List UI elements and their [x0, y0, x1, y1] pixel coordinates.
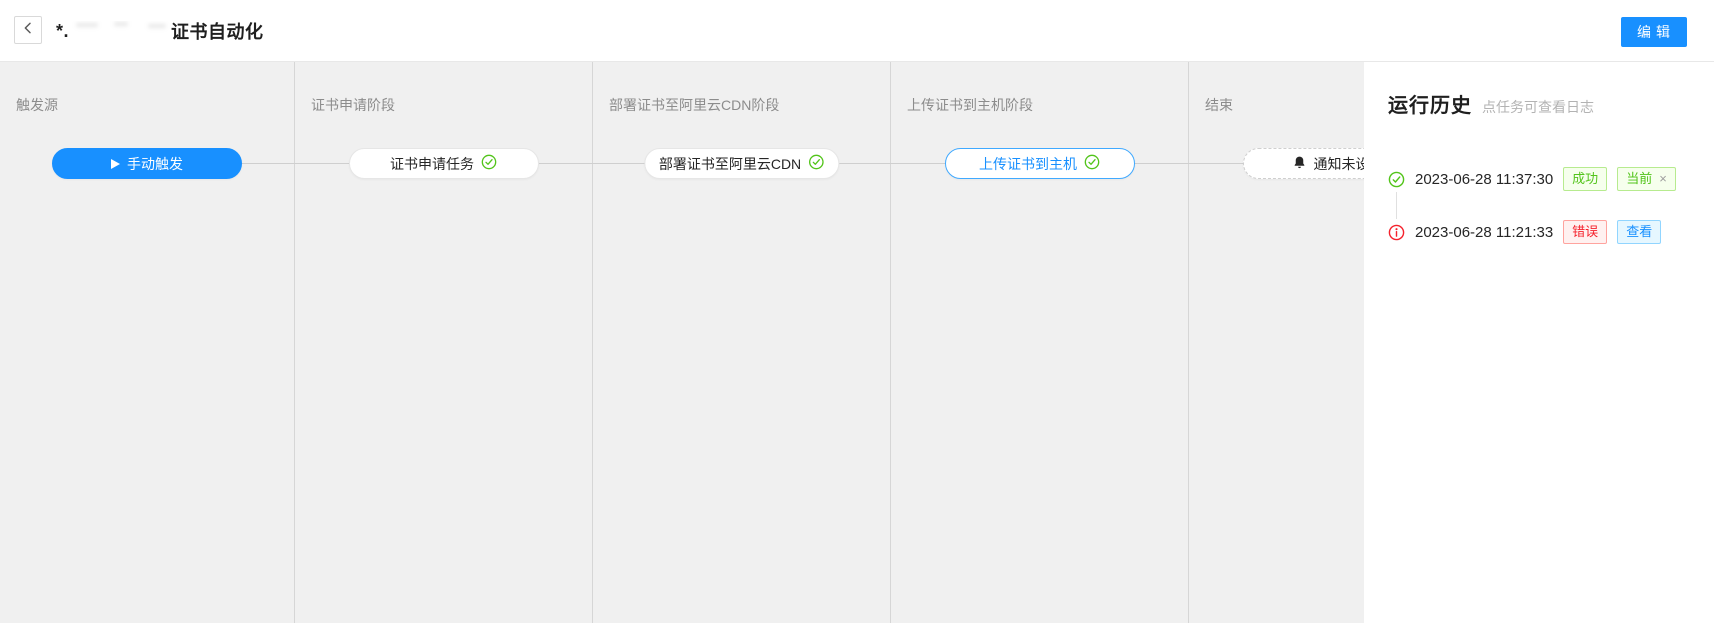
edit-button[interactable]: 编辑 — [1621, 17, 1687, 47]
chevron-left-icon — [20, 20, 36, 41]
back-button[interactable] — [14, 16, 42, 44]
run-history-panel: 运行历史 点任务可查看日志 2023-06-28 11:37:30 成功 当前 … — [1364, 62, 1714, 623]
top-bar: *. 证书自动化 编辑 — [0, 0, 1714, 62]
page-title: *. 证书自动化 — [56, 0, 264, 62]
certificate-automation-page: *. 证书自动化 编辑 触发源 手动触发 证书申请阶段 证书申请任务 — [0, 0, 1714, 623]
error-circle-icon — [1388, 224, 1405, 241]
panel-hint: 点任务可查看日志 — [1482, 97, 1594, 117]
run-timestamp: 2023-06-28 11:21:33 — [1415, 224, 1553, 241]
timeline-connector — [1396, 192, 1397, 219]
stage-trigger: 触发源 手动触发 — [0, 62, 294, 623]
check-circle-icon — [1388, 171, 1405, 188]
node-label: 证书申请任务 — [390, 154, 474, 174]
page-title-prefix: *. — [56, 21, 69, 42]
run-list: 2023-06-28 11:37:30 成功 当前 × 2023-06-28 1… — [1388, 166, 1714, 245]
play-icon — [111, 159, 120, 169]
current-tag-badge[interactable]: 当前 × — [1617, 167, 1676, 191]
node-upload-host[interactable]: 上传证书到主机 — [945, 148, 1135, 179]
stage-label: 结束 — [1205, 95, 1233, 115]
panel-header: 运行历史 点任务可查看日志 — [1388, 89, 1714, 118]
node-label: 上传证书到主机 — [979, 154, 1077, 174]
check-circle-icon — [481, 154, 497, 173]
run-row-error[interactable]: 2023-06-28 11:21:33 错误 查看 — [1388, 219, 1714, 245]
node-label: 部署证书至阿里云CDN — [659, 154, 801, 174]
check-circle-icon — [808, 154, 824, 173]
status-badge-error: 错误 — [1563, 220, 1607, 244]
node-deploy-cdn[interactable]: 部署证书至阿里云CDN — [644, 148, 839, 179]
close-icon[interactable]: × — [1659, 169, 1667, 189]
current-tag-label: 当前 — [1626, 169, 1652, 189]
view-log-button[interactable]: 查看 — [1617, 220, 1661, 244]
check-circle-icon — [1084, 154, 1100, 173]
status-badge-label: 成功 — [1572, 169, 1598, 189]
page-title-suffix: 证书自动化 — [171, 18, 264, 44]
run-row-success[interactable]: 2023-06-28 11:37:30 成功 当前 × — [1388, 166, 1714, 192]
stage-label: 触发源 — [16, 95, 58, 115]
node-cert-request-task[interactable]: 证书申请任务 — [349, 148, 539, 179]
stage-deploy-cdn: 部署证书至阿里云CDN阶段 部署证书至阿里云CDN — [592, 62, 890, 623]
stage-label: 证书申请阶段 — [311, 95, 395, 115]
stage-label: 上传证书到主机阶段 — [907, 95, 1033, 115]
node-label: 手动触发 — [127, 154, 183, 174]
stage-upload-host: 上传证书到主机阶段 上传证书到主机 — [890, 62, 1188, 623]
stage-cert-request: 证书申请阶段 证书申请任务 — [294, 62, 592, 623]
bell-icon — [1292, 155, 1307, 173]
stage-label: 部署证书至阿里云CDN阶段 — [609, 95, 779, 115]
panel-title: 运行历史 — [1388, 89, 1472, 118]
status-badge-label: 错误 — [1572, 222, 1598, 242]
run-timestamp: 2023-06-28 11:37:30 — [1415, 171, 1553, 188]
status-badge-success: 成功 — [1563, 167, 1607, 191]
node-manual-trigger[interactable]: 手动触发 — [52, 148, 242, 179]
redacted-domain — [70, 21, 170, 41]
